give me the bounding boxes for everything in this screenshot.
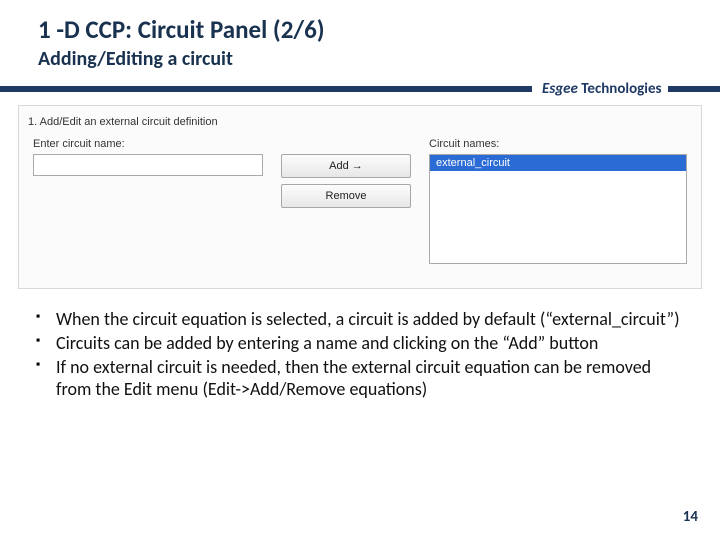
page-number: 14 — [683, 508, 698, 526]
slide-title: 1 -D CCP: Circuit Panel (2/6) — [0, 0, 720, 47]
brand-bold: Technologies — [581, 80, 661, 98]
circuit-name-input[interactable] — [33, 154, 263, 176]
list-item[interactable]: external_circuit — [430, 155, 686, 171]
slide-subtitle: Adding/Editing a circuit — [0, 47, 720, 79]
divider-row: Esgee Technologies — [0, 79, 720, 99]
divider-right — [668, 86, 720, 92]
add-button[interactable]: Add → — [281, 154, 411, 178]
group-caption: 1. Add/Edit an external circuit definiti… — [28, 116, 687, 128]
brand-italic: Esgee — [542, 80, 578, 98]
brand-logo: Esgee Technologies — [532, 80, 668, 98]
bullet-item: Circuits can be added by entering a name… — [56, 333, 680, 355]
description-bullets: When the circuit equation is selected, a… — [56, 309, 680, 401]
groupbox: 1. Add/Edit an external circuit definiti… — [18, 105, 702, 289]
circuit-names-listbox[interactable]: external_circuit — [429, 154, 687, 264]
circuit-names-label: Circuit names: — [429, 138, 687, 150]
circuit-definition-panel: 1. Add/Edit an external circuit definiti… — [18, 105, 702, 289]
divider-left — [0, 86, 532, 92]
bullet-item: If no external circuit is needed, then t… — [56, 357, 680, 401]
remove-button[interactable]: Remove — [281, 184, 411, 208]
bullet-item: When the circuit equation is selected, a… — [56, 309, 680, 331]
enter-circuit-label: Enter circuit name: — [33, 138, 263, 150]
